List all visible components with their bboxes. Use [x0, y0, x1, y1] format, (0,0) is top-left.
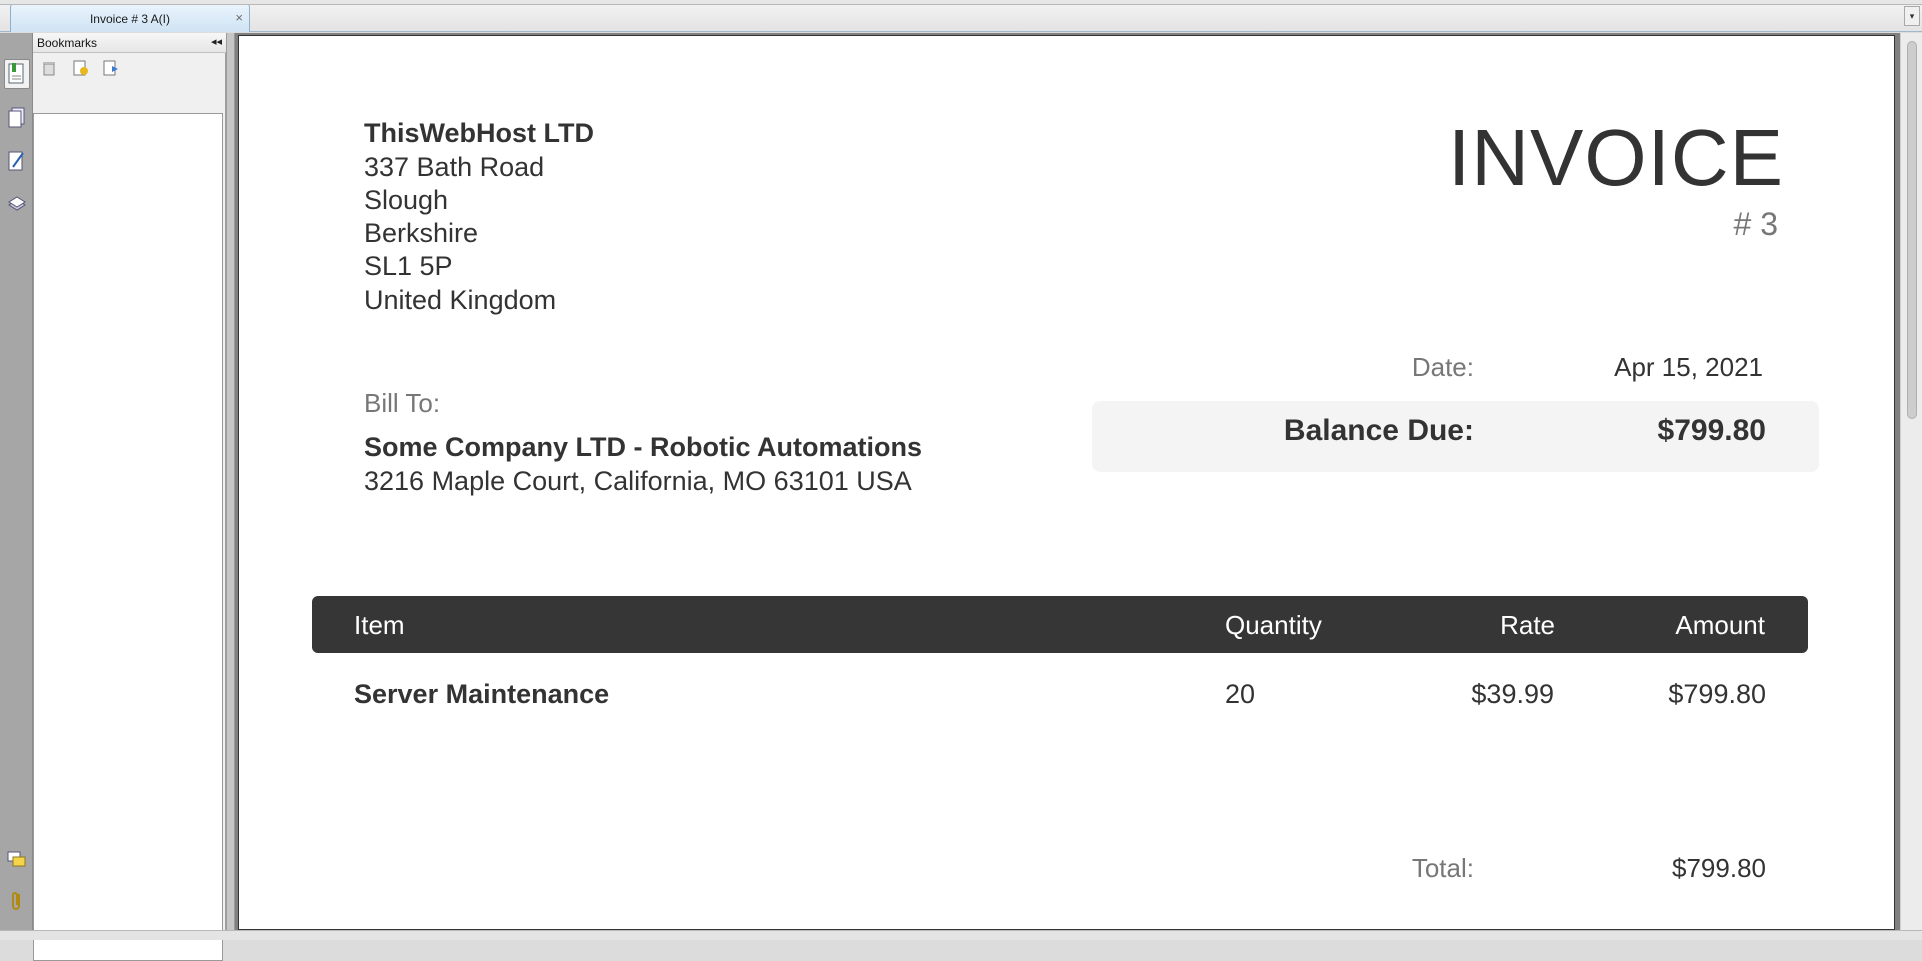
- panel-splitter[interactable]: [226, 33, 235, 930]
- column-header-quantity: Quantity: [1225, 610, 1322, 640]
- expand-bookmark-icon[interactable]: [101, 58, 121, 78]
- new-bookmark-icon[interactable]: [71, 58, 91, 78]
- company-address-line: Berkshire: [364, 218, 479, 248]
- total-value: $799.80: [1672, 853, 1766, 883]
- page-thumbnails-icon[interactable]: [4, 103, 30, 133]
- layers-icon[interactable]: [4, 189, 30, 219]
- top-toolbar-strip: [0, 0, 1922, 5]
- delete-bookmark-icon[interactable]: [39, 58, 59, 78]
- tab-invoice[interactable]: Invoice # 3 A(I) ×: [10, 4, 250, 32]
- column-header-rate: Rate: [1500, 610, 1555, 640]
- invoice-number: # 3: [1733, 206, 1778, 242]
- navigation-rail: [0, 33, 33, 930]
- company-name: ThisWebHost LTD: [364, 118, 594, 148]
- tab-list-dropdown-icon[interactable]: ▾: [1904, 6, 1920, 26]
- total-label: Total:: [1411, 853, 1474, 883]
- date-label: Date:: [1411, 352, 1474, 382]
- collapse-panel-icon[interactable]: ◂◂: [211, 35, 222, 48]
- tab-label: Invoice # 3 A(I): [89, 11, 171, 26]
- document-viewport: ThisWebHost LTD 337 Bath Road Slough Ber…: [235, 33, 1900, 930]
- attachments-icon[interactable]: [4, 886, 30, 916]
- bookmarks-panel-icon[interactable]: [4, 59, 30, 89]
- items-table-header: [312, 596, 1808, 653]
- date-value: Apr 15, 2021: [1614, 352, 1763, 382]
- bookmarks-title: Bookmarks: [37, 36, 98, 50]
- balance-due-value: $799.80: [1657, 414, 1766, 447]
- close-icon[interactable]: ×: [235, 10, 243, 25]
- scrollbar-thumb[interactable]: [1907, 41, 1917, 419]
- invoice-title: INVOICE: [1448, 113, 1784, 202]
- company-address-line: Slough: [364, 185, 449, 215]
- column-header-item: Item: [354, 610, 405, 640]
- bill-to-label: Bill To:: [364, 388, 441, 418]
- invoice-page: ThisWebHost LTD 337 Bath Road Slough Ber…: [238, 35, 1895, 930]
- balance-due-label: Balance Due:: [1283, 414, 1474, 447]
- company-address-line: United Kingdom: [364, 285, 557, 315]
- table-cell-item: Server Maintenance: [354, 679, 610, 709]
- bookmarks-list[interactable]: [33, 113, 223, 961]
- table-cell-rate: $39.99: [1471, 679, 1554, 709]
- signatures-icon[interactable]: [4, 146, 30, 176]
- table-cell-quantity: 20: [1225, 679, 1256, 709]
- column-header-amount: Amount: [1675, 610, 1765, 640]
- client-name: Some Company LTD - Robotic Automations: [364, 432, 922, 462]
- bookmarks-panel: Bookmarks ◂◂: [33, 33, 226, 961]
- client-address: 3216 Maple Court, California, MO 63101 U…: [364, 466, 912, 496]
- status-bar: [0, 930, 1922, 940]
- company-address-line: 337 Bath Road: [364, 152, 545, 182]
- company-address-line: SL1 5P: [364, 251, 453, 281]
- bookmarks-header: Bookmarks ◂◂: [33, 33, 226, 53]
- bookmarks-toolbar: [33, 54, 226, 114]
- vertical-scrollbar[interactable]: [1900, 33, 1922, 930]
- comments-icon[interactable]: [4, 845, 30, 875]
- table-cell-amount: $799.80: [1668, 679, 1766, 709]
